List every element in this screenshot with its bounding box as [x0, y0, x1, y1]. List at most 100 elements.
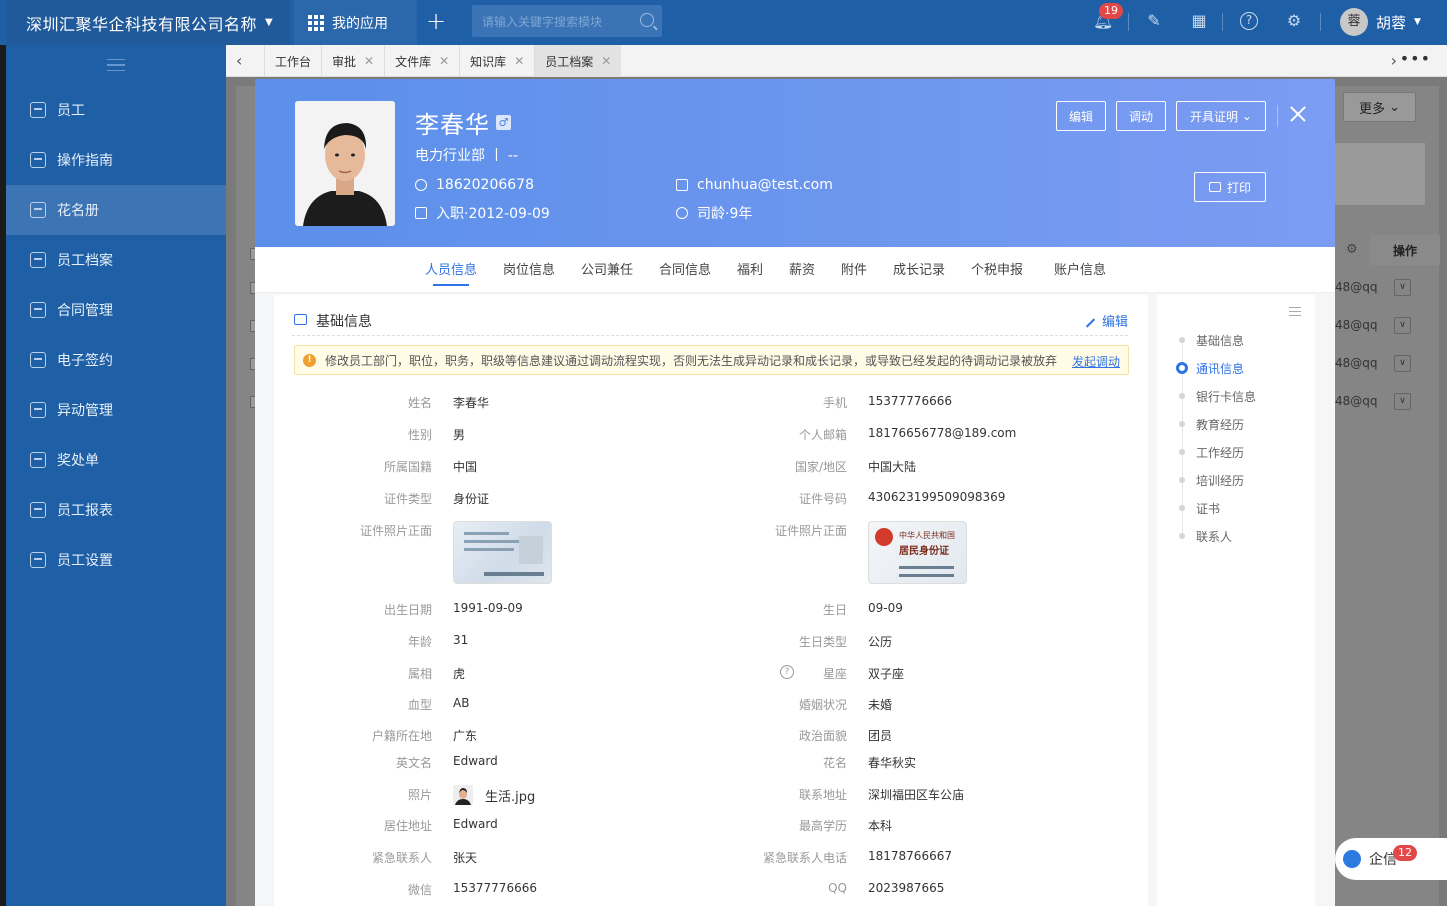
- id-card-front-image[interactable]: [453, 521, 552, 584]
- id-card-back-image[interactable]: 中华人民共和国 居民身份证: [868, 521, 967, 584]
- anchor-dot: [1179, 337, 1185, 343]
- sidebar-item-report[interactable]: 员工报表: [6, 485, 226, 535]
- more-button[interactable]: 更多 ⌄: [1343, 92, 1416, 122]
- anchor-dot: [1179, 477, 1185, 483]
- edit-button[interactable]: 编辑: [1056, 101, 1106, 131]
- tab-welfare[interactable]: 福利: [737, 259, 763, 278]
- my-apps-button[interactable]: 我的应用: [294, 0, 417, 45]
- anchor-dot: [1179, 533, 1185, 539]
- anchor-dot: [1179, 505, 1185, 511]
- life-photo-thumbnail[interactable]: [453, 785, 473, 805]
- caret-down-icon[interactable]: ▼: [1414, 17, 1421, 27]
- close-icon[interactable]: ✕: [601, 54, 611, 68]
- field-value: 31: [453, 633, 469, 647]
- anchor-bank-card[interactable]: 银行卡信息: [1196, 388, 1256, 405]
- life-photo-filename[interactable]: 生活.jpg: [485, 786, 535, 805]
- anchor-dot: [1179, 421, 1185, 427]
- add-icon[interactable]: +: [426, 8, 446, 34]
- close-icon[interactable]: ✕: [439, 54, 449, 68]
- sidebar-item-employee[interactable]: 员工: [6, 85, 226, 135]
- employee-profile-modal: 李春华 ♂ 电力行业部 丨 -- 18620206678 chunhua@tes…: [255, 79, 1335, 906]
- help-icon[interactable]: ?: [1240, 12, 1258, 30]
- divider: [1222, 13, 1223, 31]
- tab-account-info[interactable]: 账户信息: [1054, 259, 1106, 278]
- field-value: 430623199509098369: [868, 490, 1006, 504]
- tab-approval[interactable]: 审批 ✕: [321, 45, 384, 77]
- edit-note-icon[interactable]: ✎: [1144, 11, 1164, 31]
- tab-contract-info[interactable]: 合同信息: [659, 259, 711, 278]
- roster-icon: [30, 202, 46, 218]
- tab-tax-declaration[interactable]: 个税申报: [971, 259, 1023, 278]
- field-value: 春华秋实: [868, 756, 917, 770]
- field-value: AB: [453, 696, 470, 710]
- chevron-down-icon[interactable]: ∨: [1394, 393, 1411, 410]
- chevron-down-icon[interactable]: ∨: [1394, 355, 1411, 372]
- tab-employee-archive[interactable]: 员工档案 ✕: [534, 45, 622, 77]
- divider: [1128, 13, 1129, 31]
- sidebar-item-reward[interactable]: 奖处单: [6, 435, 226, 485]
- field-value: 李春华: [453, 396, 490, 410]
- search-icon[interactable]: [640, 13, 654, 27]
- sidebar-collapse-button[interactable]: [6, 45, 226, 85]
- field-value: 中国大陆: [868, 460, 917, 474]
- outline-icon[interactable]: [1289, 307, 1301, 316]
- chevron-right-icon[interactable]: ›: [1391, 51, 1397, 70]
- qixin-chat-button[interactable]: 企信 12: [1335, 838, 1447, 880]
- basic-info-card: 基础信息 编辑 ! 修改员工部门，职位，职务，职级等信息建议通过调动流程实现，否则…: [274, 295, 1148, 906]
- chevron-left-icon[interactable]: ‹: [236, 51, 242, 70]
- sidebar-item-contract[interactable]: 合同管理: [6, 285, 226, 335]
- anchor-training[interactable]: 培训经历: [1196, 472, 1244, 489]
- anchor-education[interactable]: 教育经历: [1196, 416, 1244, 433]
- tab-files[interactable]: 文件库 ✕: [384, 45, 459, 77]
- user-name[interactable]: 胡蓉: [1376, 12, 1406, 33]
- chevron-down-icon[interactable]: ∨: [1394, 279, 1411, 296]
- anchor-contacts[interactable]: 联系人: [1196, 528, 1232, 545]
- sidebar-item-guide[interactable]: 操作指南: [6, 135, 226, 185]
- tab-position-info[interactable]: 岗位信息: [503, 259, 555, 278]
- transfer-button[interactable]: 调动: [1116, 101, 1166, 131]
- sidebar-item-transfer[interactable]: 异动管理: [6, 385, 226, 435]
- close-icon[interactable]: ✕: [514, 54, 524, 68]
- table-cell: 48@qq: [1335, 318, 1378, 332]
- pen-icon: [1085, 317, 1096, 328]
- tab-workbench[interactable]: 工作台: [264, 45, 321, 77]
- avatar[interactable]: 蓉: [1340, 8, 1368, 36]
- tab-salary[interactable]: 薪资: [789, 259, 815, 278]
- tab-attachments[interactable]: 附件: [841, 259, 867, 278]
- search-input[interactable]: 请输入关键字搜索模块: [472, 5, 662, 37]
- field-value: 18178766667: [868, 849, 952, 863]
- field-label: 户籍所在地: [371, 729, 432, 743]
- apps-grid-icon[interactable]: ▦: [1189, 11, 1209, 31]
- tab-personnel-info[interactable]: 人员信息: [425, 259, 477, 286]
- tab-knowledge[interactable]: 知识库 ✕: [459, 45, 534, 77]
- sidebar: 员工 操作指南 花名册 员工档案 合同管理 电子签约 异动管理 奖处单 员工报表…: [6, 45, 226, 906]
- sidebar-item-settings[interactable]: 员工设置: [6, 535, 226, 585]
- tab-company-concurrent[interactable]: 公司兼任: [581, 259, 633, 278]
- mail-icon: [676, 179, 688, 191]
- table-cell: 48@qq: [1335, 394, 1378, 408]
- gear-icon[interactable]: ⚙: [1284, 11, 1304, 31]
- close-icon[interactable]: ✕: [364, 54, 374, 68]
- field-label: 所属国籍: [383, 460, 432, 474]
- company-switcher[interactable]: 深圳汇聚华企科技有限公司名称 ▼: [6, 0, 290, 45]
- field-label: 姓名: [407, 396, 432, 410]
- anchor-certificates[interactable]: 证书: [1196, 500, 1220, 517]
- start-transfer-link[interactable]: 发起调动: [1072, 353, 1120, 370]
- anchor-work-experience[interactable]: 工作经历: [1196, 444, 1244, 461]
- anchor-contact-info[interactable]: 通讯信息: [1196, 360, 1244, 377]
- warning-banner: ! 修改员工部门，职位，职务，职级等信息建议通过调动流程实现，否则无法生成异动记录…: [294, 345, 1129, 375]
- chevron-down-icon[interactable]: ∨: [1394, 317, 1411, 334]
- tab-growth-record[interactable]: 成长记录: [893, 259, 945, 278]
- more-icon[interactable]: •••: [1400, 49, 1431, 68]
- sidebar-item-archive[interactable]: 员工档案: [6, 235, 226, 285]
- sidebar-item-esign[interactable]: 电子签约: [6, 335, 226, 385]
- section-edit-button[interactable]: 编辑: [1085, 311, 1128, 330]
- anchor-basic-info[interactable]: 基础信息: [1196, 332, 1244, 349]
- close-icon[interactable]: [1289, 105, 1307, 123]
- gear-icon[interactable]: ⚙: [1346, 242, 1358, 257]
- join-info: 入职·2012-09-09: [415, 203, 550, 223]
- print-button[interactable]: 打印: [1194, 172, 1266, 202]
- sidebar-item-roster[interactable]: 花名册: [6, 185, 226, 235]
- bell-icon[interactable]: 🔔︎ 19: [1093, 3, 1123, 31]
- issue-certificate-button[interactable]: 开具证明 ⌄: [1176, 101, 1266, 131]
